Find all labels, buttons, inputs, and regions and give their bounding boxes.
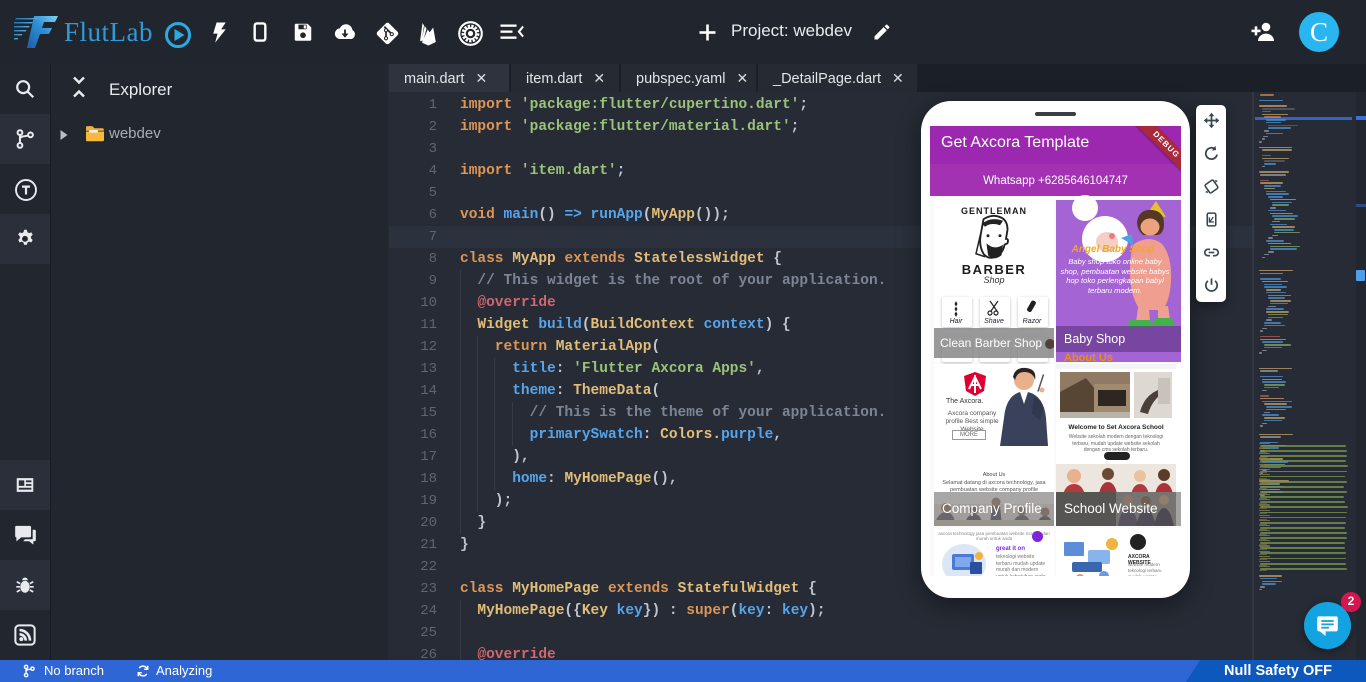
svg-text:Razor: Razor [1023,318,1042,325]
svg-text:Shave: Shave [984,318,1004,325]
svg-text:Hair: Hair [950,318,964,325]
